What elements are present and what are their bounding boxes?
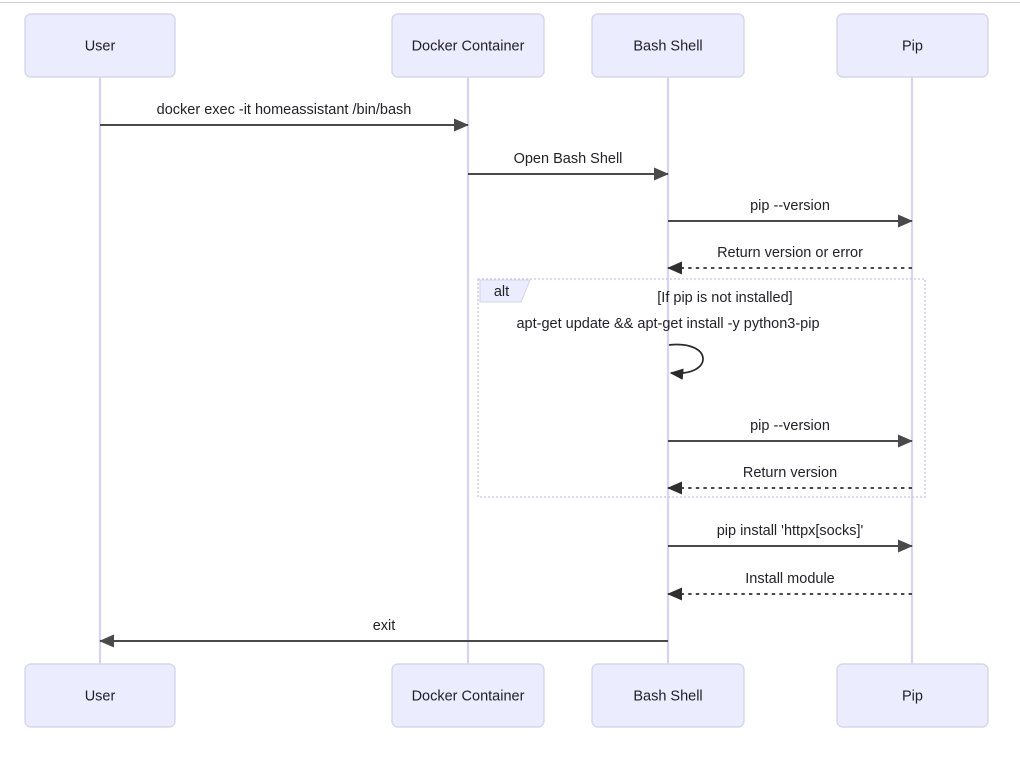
participant-label: User bbox=[85, 38, 116, 54]
message-m10[interactable]: exit bbox=[99, 618, 668, 648]
participant-pip-bottom[interactable]: Pip bbox=[836, 663, 989, 728]
fragment-condition-label: [If pip is not installed] bbox=[657, 290, 792, 306]
participant-label: Docker Container bbox=[412, 38, 525, 54]
diagram-svg: alt [If pip is not installed] docker exec… bbox=[24, 13, 989, 728]
message-label: Return version bbox=[743, 465, 837, 481]
message-label: Return version or error bbox=[717, 245, 863, 261]
message-m7[interactable]: Return version bbox=[667, 465, 912, 495]
message-label: Install module bbox=[745, 571, 834, 587]
participant-bash-bottom[interactable]: Bash Shell bbox=[591, 663, 745, 728]
participant-docker-top[interactable]: Docker Container bbox=[391, 13, 545, 78]
message-m4[interactable]: Return version or error bbox=[667, 245, 912, 275]
message-label: docker exec -it homeassistant /bin/bash bbox=[157, 102, 412, 118]
fragment-frame bbox=[477, 278, 926, 498]
message-label: pip --version bbox=[750, 198, 830, 214]
message-label: pip install 'httpx[socks]' bbox=[717, 523, 864, 539]
message-m8[interactable]: pip install 'httpx[socks]' bbox=[668, 523, 913, 553]
participant-user-top[interactable]: User bbox=[24, 13, 176, 78]
participant-user-bottom[interactable]: User bbox=[24, 663, 176, 728]
participant-label: Bash Shell bbox=[633, 38, 702, 54]
participant-pip-top[interactable]: Pip bbox=[836, 13, 989, 78]
message-m1[interactable]: docker exec -it homeassistant /bin/bash bbox=[100, 102, 469, 132]
message-m9[interactable]: Install module bbox=[667, 571, 912, 601]
participant-label: User bbox=[85, 688, 116, 704]
participant-label: Docker Container bbox=[412, 688, 525, 704]
participant-docker-bottom[interactable]: Docker Container bbox=[391, 663, 545, 728]
message-m6[interactable]: pip --version bbox=[668, 418, 913, 448]
fragment-type-label: alt bbox=[494, 284, 509, 300]
message-label: exit bbox=[373, 618, 396, 634]
messages-group: docker exec -it homeassistant /bin/bash O… bbox=[99, 102, 913, 648]
message-m3[interactable]: pip --version bbox=[668, 198, 913, 228]
participant-label: Pip bbox=[902, 38, 923, 54]
participant-bash-top[interactable]: Bash Shell bbox=[591, 13, 745, 78]
fragment-alt1: alt [If pip is not installed] bbox=[477, 278, 926, 498]
participant-label: Pip bbox=[902, 688, 923, 704]
participant-label: Bash Shell bbox=[633, 688, 702, 704]
actors-group: User Docker Container Bash Shell Pip User Doc… bbox=[24, 13, 989, 728]
message-label: pip --version bbox=[750, 418, 830, 434]
message-label: Open Bash Shell bbox=[514, 151, 623, 167]
sequence-diagram-canvas: alt [If pip is not installed] docker exec… bbox=[0, 0, 1020, 758]
fragments-group: alt [If pip is not installed] bbox=[477, 278, 926, 498]
self-message-loop bbox=[668, 343, 704, 380]
message-m2[interactable]: Open Bash Shell bbox=[468, 151, 669, 181]
message-label: apt-get update && apt-get install -y pyt… bbox=[516, 316, 819, 332]
